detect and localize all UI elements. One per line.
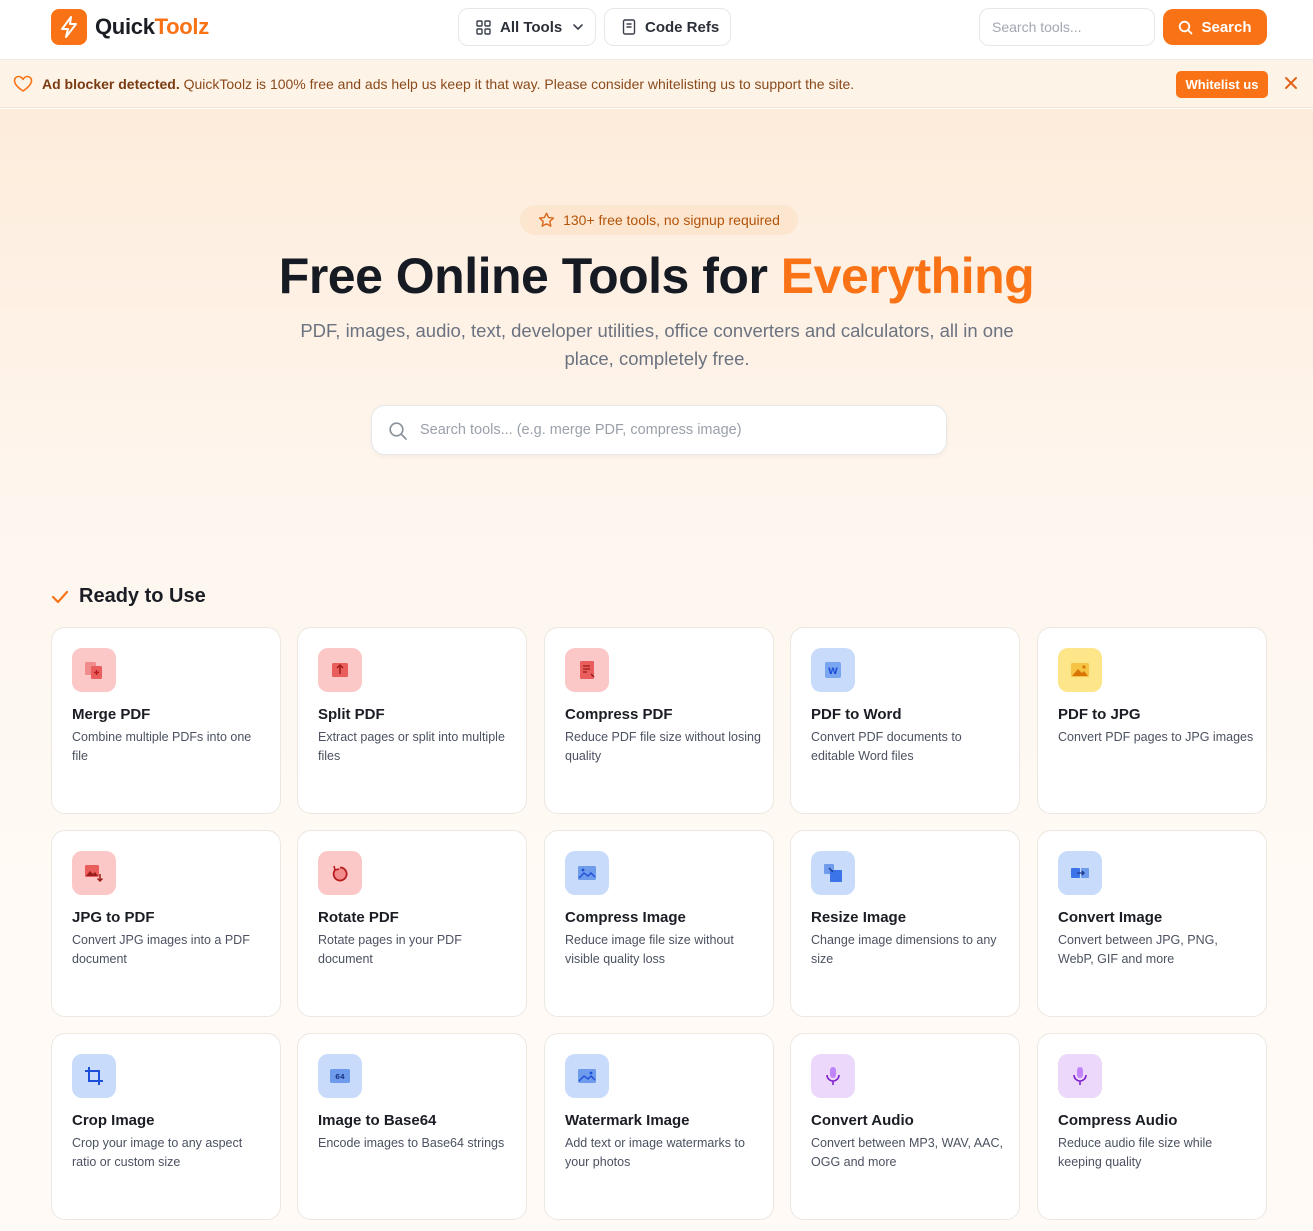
tool-description: Convert between MP3, WAV, AAC, OGG and m…: [811, 1136, 1003, 1169]
search-button-label: Search: [1201, 18, 1252, 36]
title-main: Free Online Tools for: [278, 248, 781, 304]
tool-description: Reduce audio file size while keeping qua…: [1058, 1136, 1213, 1169]
tool-title: PDF to Word: [811, 706, 902, 723]
tool-description: Add text or image watermarks to your pho…: [565, 1136, 745, 1169]
section-title-label: Ready to Use: [79, 585, 206, 607]
grid-icon: [476, 19, 491, 35]
ad-blocker-strong: Ad blocker detected.: [42, 76, 180, 92]
svg-text:W: W: [828, 667, 838, 677]
all-tools-label: All Tools: [500, 18, 563, 36]
tool-card[interactable]: Crop Image Crop your image to any aspect…: [51, 1033, 281, 1220]
hero-search-input[interactable]: [420, 406, 930, 454]
split-pdf-icon: [318, 648, 362, 692]
compress-pdf-icon: [565, 648, 609, 692]
tool-title: Convert Audio: [811, 1112, 914, 1129]
tool-card[interactable]: 64 Image to Base64 Encode images to Base…: [297, 1033, 527, 1220]
search-button[interactable]: Search: [1163, 9, 1267, 45]
code-refs-label: Code Refs: [645, 18, 720, 36]
tool-title: Merge PDF: [72, 706, 151, 723]
microphone-icon: [811, 1054, 855, 1098]
tool-card[interactable]: Merge PDF Combine multiple PDFs into one…: [51, 627, 281, 814]
tool-title: Compress Audio: [1058, 1112, 1178, 1129]
tool-description: Crop your image to any aspect ratio or c…: [72, 1136, 243, 1169]
tools-count-pill: 130+ free tools, no signup required: [520, 205, 798, 235]
tool-title: Split PDF: [318, 706, 385, 723]
top-header: QuickToolz All Tools Code Refs Search: [0, 0, 1313, 60]
tool-description: Rotate pages in your PDF document: [318, 933, 462, 966]
tool-title: Compress Image: [565, 909, 686, 926]
logo-text: QuickToolz: [95, 14, 209, 40]
crop-icon: [72, 1054, 116, 1098]
tool-card[interactable]: Split PDF Extract pages or split into mu…: [297, 627, 527, 814]
tool-description: Encode images to Base64 strings: [318, 1136, 505, 1150]
tool-card[interactable]: Convert Audio Convert between MP3, WAV, …: [790, 1033, 1020, 1220]
tool-card[interactable]: Rotate PDF Rotate pages in your PDF docu…: [297, 830, 527, 1017]
tool-card[interactable]: PDF to JPG Convert PDF pages to JPG imag…: [1037, 627, 1267, 814]
logo[interactable]: QuickToolz: [51, 9, 209, 45]
tool-card[interactable]: Compress Image Reduce image file size wi…: [544, 830, 774, 1017]
tool-title: Image to Base64: [318, 1112, 437, 1129]
tool-description: Extract pages or split into multiple fil…: [318, 730, 505, 763]
tool-card[interactable]: Convert Image Convert between JPG, PNG, …: [1037, 830, 1267, 1017]
merge-pdf-icon: [72, 648, 116, 692]
tool-description: Convert between JPG, PNG, WebP, GIF and …: [1058, 933, 1218, 966]
tool-description: Change image dimensions to any size: [811, 933, 997, 966]
ad-blocker-message: Ad blocker detected. QuickToolz is 100% …: [42, 76, 854, 92]
all-tools-button[interactable]: All Tools: [458, 8, 596, 46]
tool-title: Rotate PDF: [318, 909, 399, 926]
star-icon: [538, 212, 555, 228]
tool-title: Convert Image: [1058, 909, 1163, 926]
resize-icon: [811, 851, 855, 895]
book-icon: [622, 19, 636, 35]
logo-text-quick: Quick: [95, 14, 155, 39]
tool-title: Compress PDF: [565, 706, 673, 723]
lightning-icon: [51, 9, 87, 45]
tool-card[interactable]: Compress PDF Reduce PDF file size withou…: [544, 627, 774, 814]
chevron-down-icon: [572, 23, 584, 31]
convert-icon: [1058, 851, 1102, 895]
search-icon: [388, 421, 408, 446]
tool-card[interactable]: Resize Image Change image dimensions to …: [790, 830, 1020, 1017]
image-icon: [565, 1054, 609, 1098]
tool-title: Resize Image: [811, 909, 907, 926]
close-icon[interactable]: [1284, 76, 1298, 95]
code-refs-button[interactable]: Code Refs: [604, 8, 731, 46]
image-icon: [565, 851, 609, 895]
microphone-icon: [1058, 1054, 1102, 1098]
tool-description: Convert JPG images into a PDF document: [72, 933, 250, 966]
tool-title: PDF to JPG: [1058, 706, 1141, 723]
logo-text-toolz: Toolz: [154, 14, 210, 39]
page-subtitle: PDF, images, audio, text, developer util…: [300, 320, 1014, 369]
rotate-icon: [318, 851, 362, 895]
ad-blocker-text: QuickToolz is 100% free and ads help us …: [179, 76, 855, 92]
base64-icon: 64: [318, 1054, 362, 1098]
tool-card[interactable]: Watermark Image Add text or image waterm…: [544, 1033, 774, 1220]
word-icon: W: [811, 648, 855, 692]
hero-search-box[interactable]: [371, 405, 947, 455]
tool-card[interactable]: W PDF to Word Convert PDF documents to e…: [790, 627, 1020, 814]
tool-description: Reduce PDF file size without losing qual…: [565, 730, 761, 763]
base64-badge: 64: [335, 1073, 345, 1081]
header-search-input[interactable]: [979, 8, 1155, 46]
tool-card[interactable]: Compress Audio Reduce audio file size wh…: [1037, 1033, 1267, 1220]
tool-description: Reduce image file size without visible q…: [565, 933, 734, 966]
section-title: Ready to Use: [51, 585, 206, 608]
tool-description: Convert PDF documents to editable Word f…: [811, 730, 962, 763]
title-highlight: Everything: [780, 248, 1035, 304]
tool-title: JPG to PDF: [72, 909, 155, 926]
pill-text: 130+ free tools, no signup required: [563, 212, 780, 228]
image-icon: [1058, 648, 1102, 692]
heart-icon: [13, 75, 33, 98]
tool-title: Crop Image: [72, 1112, 155, 1129]
tool-title: Watermark Image: [565, 1112, 690, 1129]
page-title: Free Online Tools for Everything: [0, 247, 1313, 305]
search-icon: [1178, 20, 1193, 35]
whitelist-button[interactable]: Whitelist us: [1176, 71, 1268, 98]
tool-description: Convert PDF pages to JPG images: [1058, 730, 1254, 744]
checkmark-icon: [51, 590, 69, 604]
jpg-to-pdf-icon: [72, 851, 116, 895]
tool-description: Combine multiple PDFs into one file: [72, 730, 252, 763]
tool-card[interactable]: JPG to PDF Convert JPG images into a PDF…: [51, 830, 281, 1017]
ad-blocker-banner: Ad blocker detected. QuickToolz is 100% …: [0, 60, 1313, 108]
